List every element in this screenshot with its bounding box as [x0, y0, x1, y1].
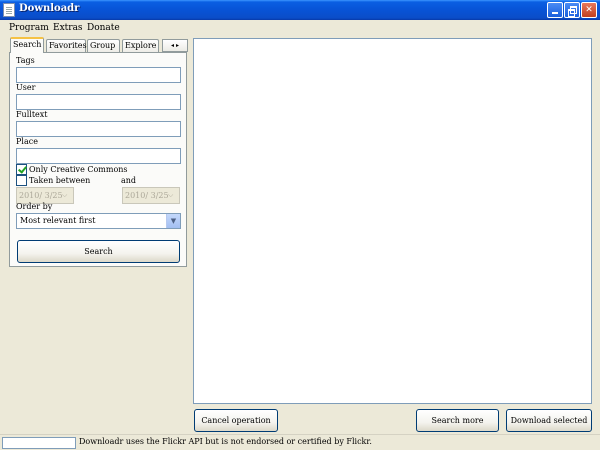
creative-commons-label: Only Creative Commons — [29, 165, 128, 174]
tab-scroll-buttons[interactable]: ◂ ▸ — [162, 39, 188, 52]
date-from-value: 2010/ 3/25 — [19, 191, 63, 200]
document-icon — [3, 3, 15, 17]
menu-bar: Program Extras Donate — [0, 20, 600, 37]
place-field[interactable] — [17, 149, 180, 163]
tab-search[interactable]: Search — [10, 37, 44, 53]
search-button[interactable]: Search — [17, 240, 180, 263]
order-by-select[interactable]: Most relevant first ▼ — [16, 213, 181, 229]
date-to-picker[interactable]: 2010/ 3/25 ⌵ — [122, 187, 180, 204]
user-field[interactable] — [17, 95, 180, 109]
title-bar: Downloadr ✕ — [0, 0, 600, 20]
cancel-operation-button[interactable]: Cancel operation — [194, 409, 278, 432]
chevron-left-icon[interactable]: ◂ — [171, 42, 174, 49]
results-area[interactable] — [193, 38, 592, 404]
tab-favorites[interactable]: Favorites — [46, 39, 87, 53]
user-input[interactable] — [16, 94, 181, 110]
menu-donate[interactable]: Donate — [87, 23, 120, 33]
menu-extras[interactable]: Extras — [53, 23, 83, 33]
window-title: Downloadr — [19, 3, 80, 14]
fulltext-label: Fulltext — [16, 110, 48, 119]
place-label: Place — [16, 137, 38, 146]
taken-between-label: Taken between — [29, 176, 91, 185]
chevron-right-icon[interactable]: ▸ — [176, 42, 179, 49]
chevron-down-icon[interactable]: ▼ — [166, 214, 180, 228]
maximize-button[interactable] — [564, 2, 580, 18]
fulltext-field[interactable] — [17, 122, 180, 136]
date-to-value: 2010/ 3/25 — [125, 191, 169, 200]
chevron-down-icon[interactable]: ⌵ — [62, 191, 71, 200]
close-button[interactable]: ✕ — [581, 2, 597, 18]
download-selected-button[interactable]: Download selected — [506, 409, 592, 432]
tags-label: Tags — [16, 56, 35, 65]
menu-program[interactable]: Program — [9, 23, 49, 33]
chevron-down-icon[interactable]: ⌵ — [168, 191, 177, 200]
progress-bar — [2, 437, 76, 449]
tags-field[interactable] — [17, 68, 180, 82]
place-input[interactable] — [16, 148, 181, 164]
tab-explore[interactable]: Explore — [122, 39, 159, 53]
tags-input[interactable] — [16, 67, 181, 83]
creative-commons-checkbox[interactable] — [16, 164, 27, 175]
fulltext-input[interactable] — [16, 121, 181, 137]
order-by-label: Order by — [16, 202, 53, 211]
taken-between-checkbox[interactable] — [16, 175, 27, 186]
minimize-button[interactable] — [547, 2, 563, 18]
status-text: Downloadr uses the Flickr API but is not… — [79, 437, 372, 446]
order-by-value: Most relevant first — [20, 216, 96, 225]
and-label: and — [121, 176, 137, 185]
status-bar: Downloadr uses the Flickr API but is not… — [0, 434, 600, 450]
tab-group[interactable]: Group — [87, 39, 120, 53]
user-label: User — [16, 83, 36, 92]
search-more-button[interactable]: Search more — [416, 409, 499, 432]
